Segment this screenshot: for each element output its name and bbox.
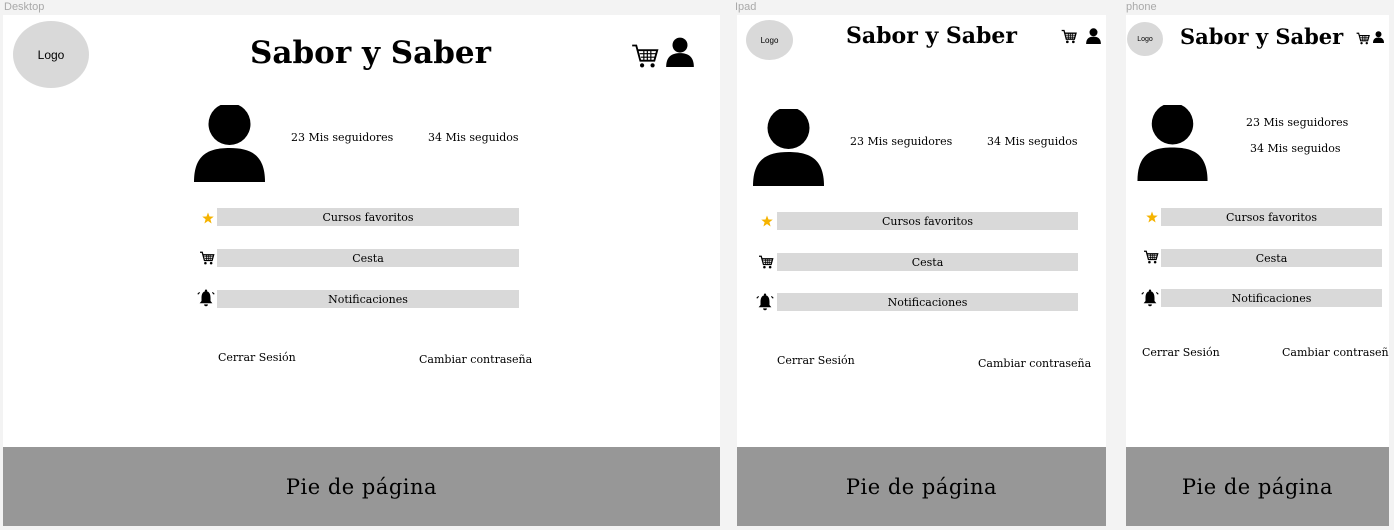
- logo[interactable]: Logo: [13, 21, 89, 88]
- frame-label-ipad: Ipad: [735, 1, 757, 13]
- bell-icon: [197, 289, 215, 307]
- logout-link[interactable]: Cerrar Sesión: [777, 354, 855, 367]
- menu-item-notifications[interactable]: Notificaciones: [1161, 289, 1382, 307]
- footer: Pie de página: [737, 447, 1106, 526]
- bell-icon: [756, 293, 774, 311]
- avatar-icon: [194, 105, 265, 182]
- user-icon[interactable]: [1086, 28, 1101, 44]
- menu-item-notifications[interactable]: Notificaciones: [777, 293, 1078, 311]
- bell-icon: [1141, 289, 1159, 307]
- menu-item-cart[interactable]: Cesta: [217, 249, 519, 267]
- user-icon[interactable]: [1373, 31, 1384, 43]
- brand-title: Sabor y Saber: [250, 35, 491, 71]
- menu-item-favorites[interactable]: Cursos favoritos: [1161, 208, 1382, 226]
- menu-item-favorites[interactable]: Cursos favoritos: [217, 208, 519, 226]
- cart-icon[interactable]: [1356, 32, 1370, 45]
- footer: Pie de página: [3, 447, 720, 526]
- followers-count[interactable]: 23 Mis seguidores: [850, 135, 952, 148]
- menu-item-cart[interactable]: Cesta: [1161, 249, 1382, 267]
- frame-desktop: Logo Sabor y Saber 23 Mis seguidores 34 …: [3, 15, 720, 526]
- followers-count[interactable]: 23 Mis seguidores: [1246, 116, 1348, 129]
- avatar-icon: [753, 109, 824, 186]
- brand-title: Sabor y Saber: [1180, 24, 1344, 49]
- change-password-link[interactable]: Cambiar contraseña: [1282, 346, 1389, 359]
- brand-title: Sabor y Saber: [846, 23, 1018, 49]
- cart-icon: [200, 251, 215, 265]
- cart-icon: [1144, 250, 1159, 264]
- frame-ipad: Logo Sabor y Saber 23 Mis seguidores 34 …: [737, 15, 1106, 526]
- cart-icon: [759, 255, 774, 269]
- star-icon: [1146, 211, 1158, 223]
- logo[interactable]: Logo: [746, 20, 793, 60]
- logout-link[interactable]: Cerrar Sesión: [1142, 346, 1220, 359]
- logo[interactable]: Logo: [1127, 22, 1163, 56]
- following-count[interactable]: 34 Mis seguidos: [1250, 142, 1341, 155]
- change-password-link[interactable]: Cambiar contraseña: [978, 357, 1091, 370]
- star-icon: [761, 215, 773, 227]
- avatar-icon: [1137, 105, 1208, 181]
- star-icon: [202, 212, 214, 224]
- cart-icon[interactable]: [1061, 29, 1077, 44]
- menu-item-cart[interactable]: Cesta: [777, 253, 1078, 271]
- footer: Pie de página: [1126, 447, 1389, 526]
- change-password-link[interactable]: Cambiar contraseña: [419, 353, 532, 366]
- menu-item-notifications[interactable]: Notificaciones: [217, 290, 519, 308]
- frame-label-desktop: Desktop: [4, 1, 45, 13]
- frame-label-phone: phone: [1126, 1, 1157, 13]
- followers-count[interactable]: 23 Mis seguidores: [291, 131, 393, 144]
- following-count[interactable]: 34 Mis seguidos: [987, 135, 1078, 148]
- following-count[interactable]: 34 Mis seguidos: [428, 131, 519, 144]
- user-icon[interactable]: [666, 37, 694, 67]
- menu-item-favorites[interactable]: Cursos favoritos: [777, 212, 1078, 230]
- logout-link[interactable]: Cerrar Sesión: [218, 351, 296, 364]
- cart-icon[interactable]: [631, 43, 659, 69]
- frame-phone: Logo Sabor y Saber 23 Mis seguidores 34 …: [1126, 15, 1389, 526]
